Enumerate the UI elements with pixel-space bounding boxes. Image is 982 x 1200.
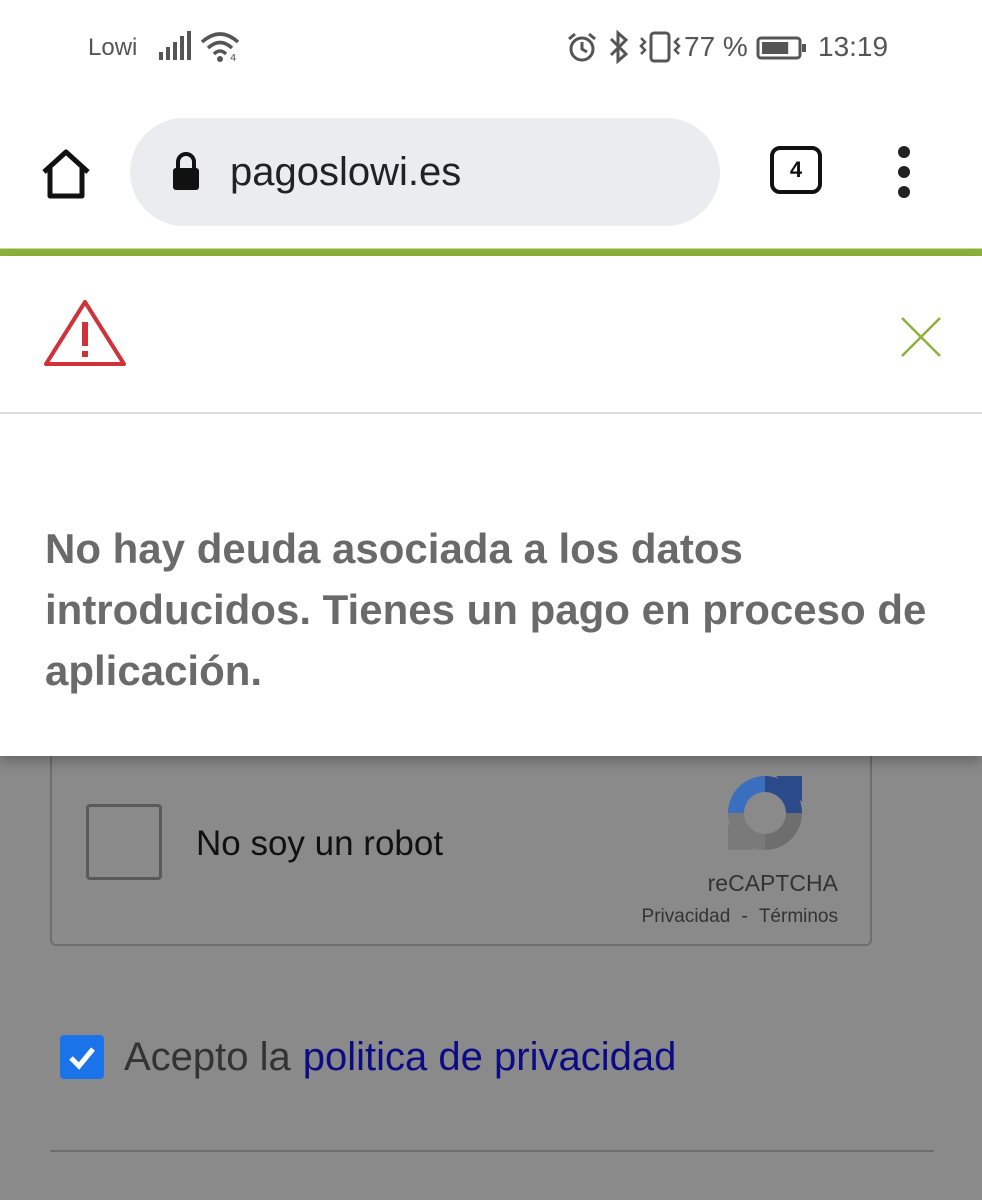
recaptcha-brand: reCAPTCHA (707, 870, 838, 896)
recaptcha-links: Privacidad - Términos (642, 906, 838, 928)
lock-icon (170, 152, 202, 197)
menu-button[interactable] (888, 144, 922, 200)
status-bar: Lowi 4 77 % 13:19 (0, 0, 982, 96)
alert-dialog: No hay deuda asociada a los datos introd… (0, 256, 982, 756)
battery-percentage: 77 % (684, 31, 748, 62)
home-icon (42, 149, 90, 199)
warning-icon (42, 298, 128, 373)
vibrate-icon (638, 30, 682, 69)
svg-text:4: 4 (230, 53, 236, 62)
privacy-policy-link[interactable]: politica de privacidad (303, 1035, 677, 1080)
close-icon (901, 317, 941, 357)
carrier-name: Lowi (88, 34, 138, 61)
dialog-header (0, 256, 982, 414)
privacy-text: Acepto la (124, 1034, 291, 1079)
wifi-icon: 4 (200, 30, 244, 67)
recaptcha-label: No soy un robot (196, 824, 444, 863)
address-bar[interactable]: pagoslowi.es (130, 118, 720, 226)
signal-icon (158, 30, 194, 67)
recaptcha-checkbox[interactable] (86, 804, 162, 880)
bluetooth-icon (606, 29, 632, 69)
tabs-button[interactable]: 4 (770, 146, 822, 194)
url-text: pagoslowi.es (230, 150, 462, 194)
privacy-checkbox[interactable] (60, 1035, 104, 1079)
checkmark-icon (69, 1047, 95, 1070)
browser-toolbar: pagoslowi.es 4 (0, 96, 982, 248)
recaptcha-widget: No soy un robot reCAPTCHA Privacidad - T… (50, 740, 872, 946)
recaptcha-privacy-link[interactable]: Privacidad (642, 906, 731, 927)
recaptcha-separator: - (741, 906, 748, 927)
divider (50, 1150, 934, 1152)
battery-icon (756, 36, 808, 65)
tab-count: 4 (789, 157, 803, 182)
recaptcha-terms-link[interactable]: Términos (759, 906, 838, 927)
privacy-consent-row: Acepto la politica de privacidad (60, 1032, 676, 1082)
close-button[interactable] (898, 314, 944, 360)
alarm-icon (566, 32, 598, 69)
home-button[interactable] (38, 146, 94, 202)
clock: 13:19 (818, 31, 889, 62)
dialog-message: No hay deuda asociada a los datos introd… (45, 525, 927, 694)
recaptcha-logo-icon (720, 768, 810, 863)
